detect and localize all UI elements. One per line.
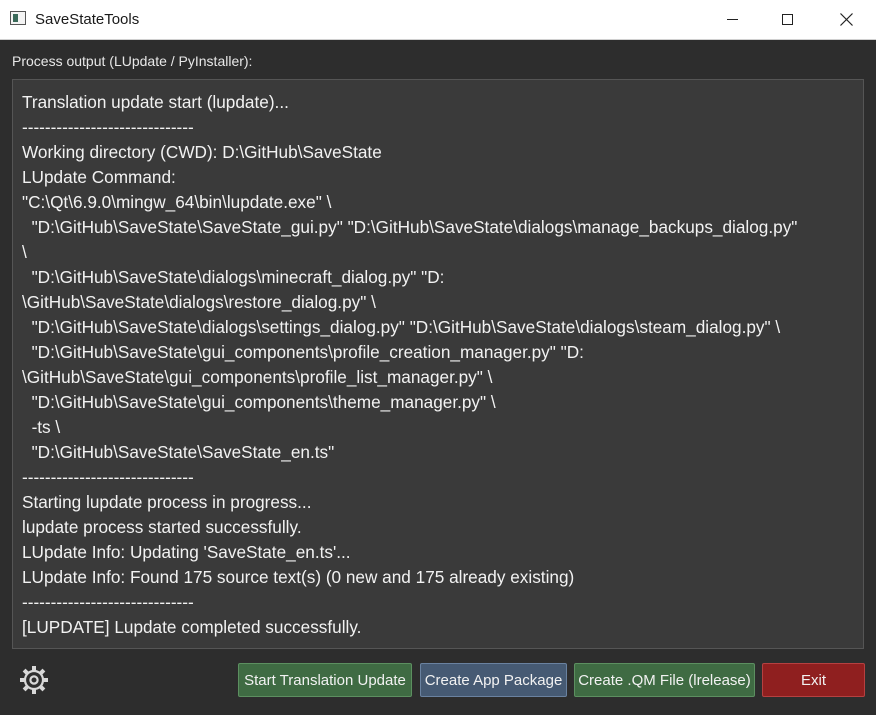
output-line: LUpdate Info: Updating 'SaveState_en.ts'… (22, 542, 351, 562)
minimize-button[interactable] (703, 0, 761, 39)
output-line: "D:\GitHub\SaveState\dialogs\settings_di… (22, 317, 781, 337)
output-line: "D:\GitHub\SaveState\SaveState_gui.py" "… (22, 217, 798, 237)
output-line: "D:\GitHub\SaveState\gui_components\them… (22, 392, 496, 412)
output-line: ------------------------------ (22, 592, 194, 612)
output-line: -ts \ (22, 417, 61, 437)
maximize-button[interactable] (758, 0, 816, 39)
output-line: ------------------------------ (22, 467, 194, 487)
output-line: "D:\GitHub\SaveState\SaveState_en.ts" (22, 442, 335, 462)
process-output-textarea[interactable]: Translation update start (lupdate)... ---… (12, 79, 864, 649)
create-qm-file-button[interactable]: Create .QM File (lrelease) (574, 663, 755, 697)
output-section-label: Process output (LUpdate / PyInstaller): (12, 53, 253, 69)
output-line: LUpdate Info: Found 175 source text(s) (… (22, 567, 575, 587)
output-line: Starting lupdate process in progress... (22, 492, 312, 512)
close-button[interactable] (817, 0, 875, 39)
gear-icon[interactable] (18, 664, 50, 696)
create-app-package-button[interactable]: Create App Package (420, 663, 567, 697)
minimize-icon (726, 19, 738, 20)
start-translation-update-button[interactable]: Start Translation Update (238, 663, 412, 697)
output-line: \GitHub\SaveState\gui_components\profile… (22, 367, 493, 387)
output-line: \GitHub\SaveState\dialogs\restore_dialog… (22, 292, 376, 312)
output-line: lupdate process started successfully. (22, 517, 302, 537)
output-line: Translation update start (lupdate)... (22, 92, 289, 112)
exit-button[interactable]: Exit (762, 663, 865, 697)
output-line: "D:\GitHub\SaveState\gui_components\prof… (22, 342, 584, 362)
window-title: SaveStateTools (35, 11, 140, 28)
app-icon (10, 11, 26, 25)
maximize-icon (781, 14, 793, 25)
title-bar[interactable]: SaveStateTools (0, 0, 876, 40)
output-line: "C:\Qt\6.9.0\mingw_64\bin\lupdate.exe" \ (22, 192, 332, 212)
output-line: "D:\GitHub\SaveState\dialogs\minecraft_d… (22, 267, 445, 287)
output-line: [LUPDATE] Lupdate completed successfully… (22, 617, 362, 637)
output-line: \ (22, 242, 27, 262)
output-line: Working directory (CWD): D:\GitHub\SaveS… (22, 142, 382, 162)
output-line: ------------------------------ (22, 117, 194, 137)
output-line: LUpdate Command: (22, 167, 176, 187)
close-icon (839, 13, 853, 26)
